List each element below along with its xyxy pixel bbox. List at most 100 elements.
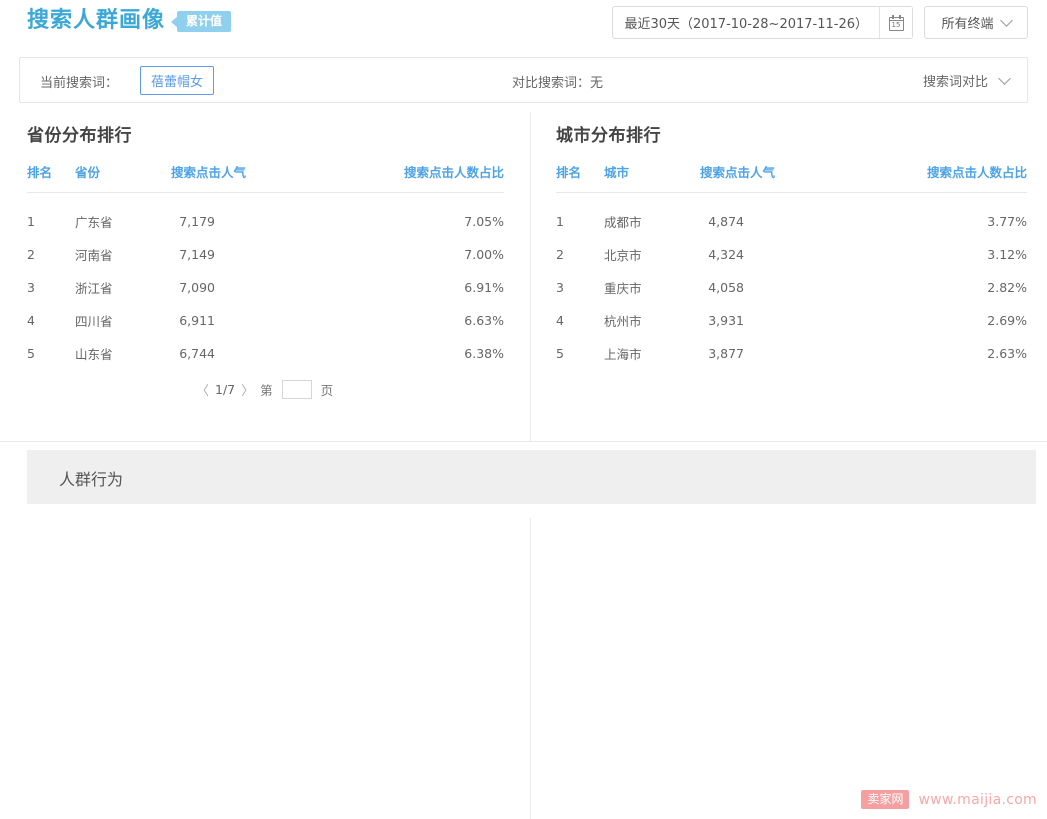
cell-popularity: 6,911 — [171, 304, 392, 337]
popularity-value: 4,324 — [708, 246, 744, 262]
page-root: 搜索人群画像 累计值 最近30天（2017-10-28~2017-11-26） … — [0, 0, 1047, 819]
watermark-url: www.maijia.com — [918, 791, 1037, 808]
popularity-value: 3,931 — [708, 312, 744, 328]
table-row: 2 河南省 7,149 7.00% — [27, 238, 504, 271]
table-row: 5 上海市 3,877 2.63% — [556, 337, 1027, 370]
next-page-button[interactable]: 〉 — [241, 380, 254, 399]
table-row: 3 浙江省 7,090 6.91% — [27, 271, 504, 304]
table-row: 4 杭州市 3,931 2.69% — [556, 304, 1027, 337]
region-ranking-section: 省份分布排行 排名 省份 搜索点击人气 搜索点击人数占比 1 广东省 7,179… — [0, 112, 1047, 442]
chevron-down-icon — [998, 72, 1011, 85]
cell-rank: 2 — [27, 246, 35, 262]
calendar-button[interactable]: 15 — [879, 7, 912, 38]
cell-city: 重庆市 — [604, 280, 642, 296]
column-header-rank: 排名 — [27, 162, 75, 193]
table-header-row: 排名 省份 搜索点击人气 搜索点击人数占比 — [27, 162, 504, 193]
cell-city: 上海市 — [604, 346, 642, 362]
page-title: 搜索人群画像 — [27, 8, 166, 33]
cell-percent: 7.00% — [464, 246, 504, 262]
cell-province: 山东省 — [75, 346, 113, 362]
title-group: 搜索人群画像 累计值 — [27, 6, 232, 36]
current-term-chip[interactable]: 蓓蕾帽女 — [140, 66, 215, 95]
cell-province: 浙江省 — [75, 280, 113, 296]
province-card: 省份分布排行 排名 省份 搜索点击人气 搜索点击人数占比 1 广东省 7,179… — [0, 112, 530, 442]
cell-popularity: 3,877 — [700, 337, 915, 370]
cell-province: 河南省 — [75, 247, 113, 263]
city-table: 排名 城市 搜索点击人气 搜索点击人数占比 1 成都市 4,874 3.77% … — [556, 162, 1027, 370]
cell-popularity: 4,324 — [700, 238, 915, 271]
popularity-value: 7,090 — [179, 279, 215, 295]
column-header-province: 省份 — [75, 162, 171, 193]
cell-popularity: 6,744 — [171, 337, 392, 370]
top-bar: 搜索人群画像 累计值 最近30天（2017-10-28~2017-11-26） … — [0, 0, 1047, 45]
city-card: 城市分布排行 排名 城市 搜索点击人气 搜索点击人数占比 1 成都市 4,874… — [530, 112, 1047, 442]
calendar-day-number: 15 — [891, 20, 901, 29]
current-term-label: 当前搜索词： — [40, 76, 119, 91]
chart-divider — [530, 518, 531, 819]
page-jump-prefix: 第 — [260, 383, 273, 398]
cell-province: 四川省 — [75, 313, 113, 329]
column-header-popularity: 搜索点击人气 — [171, 162, 392, 193]
column-header-percent: 搜索点击人数占比 — [915, 162, 1027, 193]
cell-percent: 2.69% — [987, 312, 1027, 328]
province-table: 排名 省份 搜索点击人气 搜索点击人数占比 1 广东省 7,179 7.05% … — [27, 162, 504, 370]
table-row: 1 广东省 7,179 7.05% — [27, 205, 504, 238]
cell-rank: 1 — [556, 213, 564, 229]
prev-page-button[interactable]: 〈 — [196, 380, 209, 399]
cell-percent: 6.91% — [464, 279, 504, 295]
date-range-picker[interactable]: 最近30天（2017-10-28~2017-11-26） 15 — [612, 6, 913, 39]
terminal-select-label: 所有终端 — [941, 17, 994, 32]
page-indicator: 1/7 — [215, 382, 236, 397]
cell-city: 杭州市 — [604, 313, 642, 329]
cell-rank: 4 — [556, 312, 564, 328]
cumulative-badge-wrap: 累计值 — [171, 10, 232, 32]
popularity-value: 7,179 — [179, 213, 215, 229]
table-row: 4 四川省 6,911 6.63% — [27, 304, 504, 337]
cell-city: 北京市 — [604, 247, 642, 263]
cell-rank: 3 — [27, 279, 35, 295]
terminal-select[interactable]: 所有终端 — [924, 6, 1028, 39]
popularity-value: 4,874 — [708, 213, 744, 229]
table-row: 1 成都市 4,874 3.77% — [556, 205, 1027, 238]
date-range-text: 最近30天（2017-10-28~2017-11-26） — [624, 17, 868, 32]
popularity-value: 7,149 — [179, 246, 215, 262]
cell-city: 成都市 — [604, 214, 642, 230]
behaviour-section-title: 人群行为 — [59, 470, 124, 489]
page-jump-suffix: 页 — [320, 383, 334, 398]
popularity-value: 6,911 — [179, 312, 215, 328]
page-jump-input[interactable] — [281, 380, 312, 399]
cell-popularity: 7,179 — [171, 205, 392, 238]
cell-percent: 3.77% — [987, 213, 1027, 229]
search-term-compare-button[interactable]: 搜索词对比 — [923, 71, 1011, 90]
cell-popularity: 7,149 — [171, 238, 392, 271]
cell-percent: 3.12% — [987, 246, 1027, 262]
cell-percent: 7.05% — [464, 213, 504, 229]
table-row: 2 北京市 4,324 3.12% — [556, 238, 1027, 271]
cell-province: 广东省 — [75, 214, 113, 230]
city-card-title: 城市分布排行 — [556, 126, 661, 146]
cell-percent: 6.38% — [464, 345, 504, 361]
badge-arrow-icon — [171, 16, 179, 28]
cell-rank: 2 — [556, 246, 564, 262]
cell-rank: 1 — [27, 213, 35, 229]
compare-term-label: 对比搜索词：无 — [512, 76, 604, 91]
cell-rank: 5 — [27, 345, 35, 361]
cell-rank: 5 — [556, 345, 564, 361]
preference-charts-section: 优惠偏好 支付偏好 包邮淘抢购搭配套餐聚划算满就送（减）限时打折天天特价优惠券淘… — [0, 518, 1047, 819]
watermark: 卖家网 www.maijia.com — [861, 790, 1037, 809]
card-divider — [530, 112, 531, 442]
cell-rank: 4 — [27, 312, 35, 328]
cell-percent: 6.63% — [464, 312, 504, 328]
column-header-percent: 搜索点击人数占比 — [392, 162, 504, 193]
popularity-value: 3,877 — [708, 345, 744, 361]
chevron-down-icon — [999, 14, 1013, 27]
table-row: 5 山东省 6,744 6.38% — [27, 337, 504, 370]
filter-bar: 当前搜索词： 蓓蕾帽女 对比搜索词：无 搜索词对比 — [19, 57, 1028, 103]
cell-popularity: 7,090 — [171, 271, 392, 304]
province-pagination: 〈 1/7 〉 第 页 — [196, 380, 333, 399]
table-row: 3 重庆市 4,058 2.82% — [556, 271, 1027, 304]
popularity-value: 6,744 — [179, 345, 215, 361]
cell-popularity: 4,874 — [700, 205, 915, 238]
calendar-icon: 15 — [888, 14, 904, 31]
popularity-value: 4,058 — [708, 279, 744, 295]
